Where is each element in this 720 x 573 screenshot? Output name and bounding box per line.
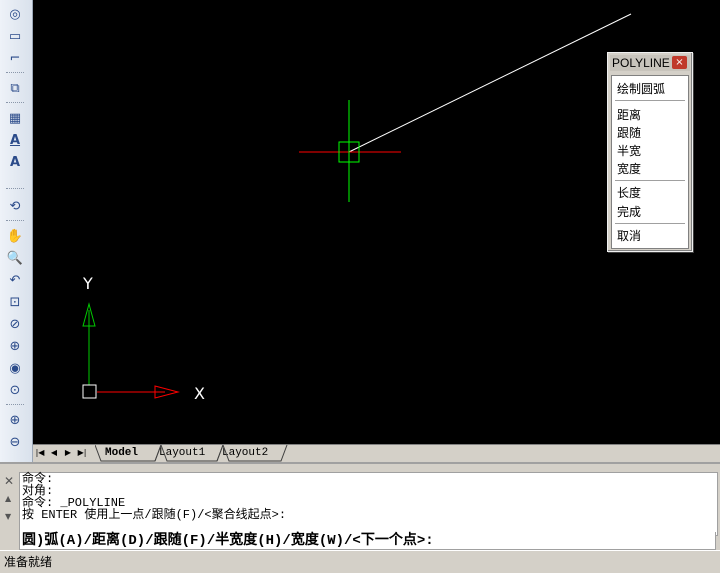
menu-separator (615, 100, 685, 101)
last-tab-icon[interactable]: ▶| (77, 447, 87, 459)
circle-icon[interactable]: ◎ (5, 4, 25, 24)
zoom-dynamic-icon[interactable]: ⊘ (5, 314, 25, 334)
toolbar-separator (6, 72, 24, 73)
menu-item-cancel[interactable]: 取消 (617, 227, 641, 244)
layout-tabs-bar: |◀ ◀ ▶ ▶| Model Layout1 Layout2 (33, 444, 720, 463)
first-tab-icon[interactable]: |◀ (35, 447, 45, 459)
hatch-icon[interactable]: ▦ (5, 108, 25, 128)
zoom-scale-icon[interactable]: ⊕ (5, 336, 25, 356)
toolbar-separator (6, 188, 24, 189)
chevron-down-icon[interactable]: ▼ (5, 512, 11, 521)
close-icon[interactable]: × (672, 56, 687, 69)
menu-separator (615, 180, 685, 181)
ucs-x-label: X (194, 384, 205, 403)
command-history-line: 按 ENTER 使用上一点/跟随(F)/<聚合线起点>: (22, 508, 287, 522)
command-history-line: 命令: (22, 472, 54, 486)
command-window-grip: ✕ ▲ ▼ (0, 464, 18, 552)
menu-item-length[interactable]: 长度 (617, 184, 641, 201)
chevron-up-icon[interactable]: ▲ (5, 494, 11, 503)
polyline-segment (348, 13, 632, 153)
menu-separator (615, 223, 685, 224)
region-icon[interactable]: ⧉ (5, 78, 25, 98)
text-icon[interactable]: A (5, 130, 25, 150)
menu-item-arc[interactable]: 绘制圆弧 (617, 80, 665, 97)
toolbar-separator (6, 404, 24, 405)
ucs-origin-box (82, 384, 97, 399)
zoom-window-icon[interactable]: ⊡ (5, 292, 25, 312)
zoom-realtime-icon[interactable]: 🔍 (5, 248, 25, 268)
left-toolbar: ◎ ▭ ⌐ ⧉ ▦ A A ⟲ ✋ 🔍 ↶ ⊡ ⊘ ⊕ ◉ ⊙ ⊕ ⊖ (0, 0, 33, 462)
toolbar-separator (6, 102, 24, 103)
rect-tool-icon[interactable]: ▭ (5, 26, 25, 46)
pan-icon[interactable]: ✋ (5, 226, 25, 246)
ucs-y-label: Y (82, 274, 93, 293)
zoom-previous-icon[interactable]: ↶ (5, 270, 25, 290)
prev-tab-icon[interactable]: ◀ (49, 447, 59, 459)
zoom-in-icon[interactable]: ⊕ (5, 410, 25, 430)
menu-item-follow[interactable]: 跟随 (617, 124, 641, 141)
command-history[interactable]: 命令: 对角: 命令: _POLYLINE 按 ENTER 使用上一点/跟随(F… (19, 472, 718, 536)
regen-icon[interactable]: ⟲ (5, 196, 25, 216)
status-text: 准备就绪 (4, 555, 53, 569)
command-window: ✕ ▲ ▼ 命令: 对角: 命令: _POLYLINE 按 ENTER 使用上一… (0, 462, 720, 552)
menu-item-halfwidth[interactable]: 半宽 (617, 142, 641, 159)
drawing-canvas[interactable]: Y X POLYLINE × 绘制圆弧 距离 跟随 半宽 宽度 长度 完成 取消 (33, 0, 720, 444)
toolbar-separator (6, 220, 24, 221)
menu-item-width[interactable]: 宽度 (617, 160, 641, 177)
next-tab-icon[interactable]: ▶ (63, 447, 73, 459)
polyline-menu-list: 绘制圆弧 距离 跟随 半宽 宽度 长度 完成 取消 (611, 75, 689, 249)
polyline-options-menu: POLYLINE × 绘制圆弧 距离 跟随 半宽 宽度 长度 完成 取消 (607, 52, 693, 252)
menu-item-distance[interactable]: 距离 (617, 106, 641, 123)
mtext-icon[interactable]: A (5, 152, 25, 172)
fillet-icon[interactable]: ⌐ (5, 48, 25, 68)
status-bar: 准备就绪 (0, 550, 720, 572)
menu-item-done[interactable]: 完成 (617, 203, 641, 220)
command-prompt-input[interactable]: 圆)弧(A)/距离(D)/跟随(F)/半宽度(H)/宽度(W)/<下一个点>: (19, 532, 716, 550)
zoom-out-icon[interactable]: ⊖ (5, 432, 25, 452)
zoom-object-icon[interactable]: ⊙ (5, 380, 25, 400)
tab-outlines (95, 445, 288, 462)
zoom-center-icon[interactable]: ◉ (5, 358, 25, 378)
close-icon[interactable]: ✕ (4, 474, 14, 488)
